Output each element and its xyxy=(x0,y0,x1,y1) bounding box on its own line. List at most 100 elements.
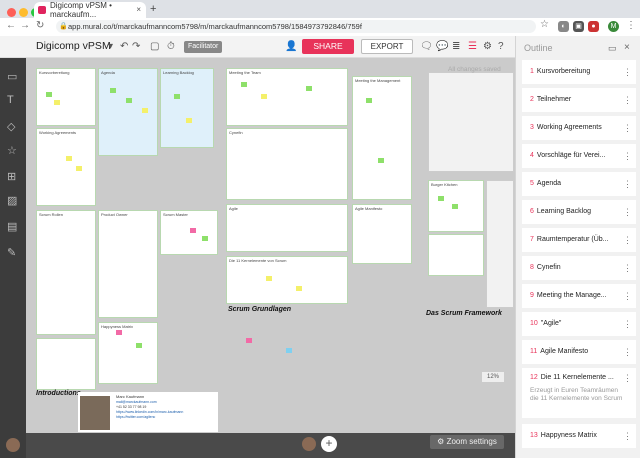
more-options-icon[interactable]: ⋮ xyxy=(623,88,632,112)
sticky-note[interactable] xyxy=(366,98,372,103)
more-options-icon[interactable]: ⋮ xyxy=(623,312,632,336)
back-icon[interactable]: ← xyxy=(6,20,16,31)
browser-tab[interactable]: Digicomp vPSM • marckaufm... × xyxy=(34,1,146,19)
sticky-note[interactable] xyxy=(261,94,267,99)
chat-icon[interactable]: 💬 xyxy=(436,41,448,52)
sticky-note[interactable] xyxy=(54,100,60,105)
more-options-icon[interactable]: ⋮ xyxy=(623,60,632,84)
more-options-icon[interactable]: ⋮ xyxy=(623,284,632,308)
dropdown-icon[interactable]: ▾ xyxy=(108,41,113,52)
sticky-note[interactable] xyxy=(142,108,148,113)
template-icon[interactable]: ▤ xyxy=(7,220,17,233)
close-panel-icon[interactable]: × xyxy=(624,42,630,53)
star-icon[interactable]: ☆ xyxy=(7,144,17,157)
select-icon[interactable]: ▢ xyxy=(150,41,159,52)
url-bar[interactable]: 🔒 app.mural.co/t/marckaufmanncom5798/m/m… xyxy=(56,20,536,33)
sticky-note[interactable] xyxy=(378,158,384,163)
collaborator-avatar[interactable] xyxy=(302,437,316,451)
frame-introductions[interactable] xyxy=(36,338,96,390)
contact-line[interactable]: https://www.linkedin.com/in/marc-kaufman… xyxy=(116,410,183,414)
extension-icon[interactable]: ◐ xyxy=(558,21,569,32)
frame-kursvorbereitung[interactable]: Kursvorbereitung xyxy=(36,68,96,126)
new-tab-button[interactable]: + xyxy=(150,3,156,15)
sticky-note[interactable] xyxy=(286,348,292,353)
sticky-note[interactable] xyxy=(110,88,116,93)
frame-scrum-framework[interactable] xyxy=(428,72,514,172)
board-title[interactable]: Digicomp vPSM xyxy=(36,40,111,52)
more-options-icon[interactable]: ⋮ xyxy=(623,256,632,280)
facilitator-badge[interactable]: Facilitator xyxy=(184,41,223,53)
sticky-note[interactable] xyxy=(296,286,302,291)
sticky-note[interactable] xyxy=(438,196,444,201)
outline-item[interactable]: 5 Agenda ⋮ xyxy=(522,172,636,196)
outline-item[interactable]: 4 Vorschläge für Verei... ⋮ xyxy=(522,144,636,168)
activity-icon[interactable]: ≣ xyxy=(452,41,460,52)
settings-icon[interactable]: ⚙ xyxy=(483,41,492,52)
close-window-button[interactable] xyxy=(7,8,16,17)
sticky-note[interactable] xyxy=(174,94,180,99)
reload-icon[interactable]: ↻ xyxy=(36,20,44,31)
frame-die-11-kernelemente[interactable]: Die 11 Kernelemente von Scrum xyxy=(226,256,348,304)
shapes-icon[interactable]: ◇ xyxy=(7,120,15,133)
help-icon[interactable]: ? xyxy=(498,41,504,52)
frame-agenda[interactable]: Agenda xyxy=(98,68,158,156)
extension-icon[interactable]: ▣ xyxy=(573,21,584,32)
frame-scrum-master[interactable]: Scrum Master xyxy=(160,210,218,255)
outline-item[interactable]: 13 Happyness Matrix ⋮ xyxy=(522,424,636,448)
mural-canvas[interactable]: Kursvorbereitung Agenda Learning Backlog… xyxy=(26,58,515,433)
frame-learning-backlog[interactable]: Learning Backlog xyxy=(160,68,214,148)
outline-icon[interactable]: ☰ xyxy=(468,41,477,52)
comment-icon[interactable]: 🗨 xyxy=(420,41,433,52)
frame-board[interactable] xyxy=(428,234,484,276)
more-options-icon[interactable]: ⋮ xyxy=(623,172,632,196)
sticky-note[interactable] xyxy=(126,98,132,103)
sticky-note[interactable] xyxy=(136,343,142,348)
contact-line[interactable]: mail@marckaufmann.com xyxy=(116,400,157,404)
undo-icon[interactable]: ↶ xyxy=(120,41,128,52)
frame-agile[interactable]: Agile xyxy=(226,204,348,252)
close-tab-icon[interactable]: × xyxy=(136,5,141,14)
frame-happyness-matrix[interactable]: Happyness Matrix xyxy=(98,322,158,384)
forward-icon[interactable]: → xyxy=(20,20,30,31)
frame-meeting-the-team[interactable]: Meeting the Team xyxy=(226,68,348,126)
sticky-note[interactable] xyxy=(202,236,208,241)
more-options-icon[interactable]: ⋮ xyxy=(623,340,632,364)
sticky-note[interactable] xyxy=(116,330,122,335)
outline-item[interactable]: 6 Learning Backlog ⋮ xyxy=(522,200,636,224)
frame-agile-manifesto[interactable]: Agile Manifesto xyxy=(352,204,412,264)
zoom-settings-button[interactable]: ⚙ Zoom settings xyxy=(430,435,504,449)
frame-cynefin[interactable]: Cynefin xyxy=(226,128,348,200)
outline-item[interactable]: 10 "Agile" ⋮ xyxy=(522,312,636,336)
sticky-note[interactable] xyxy=(306,86,312,91)
more-options-icon[interactable]: ⋮ xyxy=(623,368,632,388)
minimize-window-button[interactable] xyxy=(19,8,28,17)
more-options-icon[interactable]: ⋮ xyxy=(623,144,632,168)
present-icon[interactable]: ▭ xyxy=(608,43,617,54)
redo-icon[interactable]: ↷ xyxy=(132,41,140,52)
export-button[interactable]: EXPORT xyxy=(361,39,413,54)
text-icon[interactable]: T xyxy=(7,94,14,106)
frame-board[interactable] xyxy=(486,180,514,308)
outline-item[interactable]: 12 Die 11 Kernelemente ... ⋮ Erzeugt in Eur… xyxy=(522,368,636,418)
more-options-icon[interactable]: ⋮ xyxy=(623,116,632,140)
sticky-note[interactable] xyxy=(190,228,196,233)
outline-item[interactable]: 1 Kursvorbereitung ⋮ xyxy=(522,60,636,84)
sticky-note[interactable] xyxy=(452,204,458,209)
zoom-percent[interactable]: 12% xyxy=(482,372,504,382)
sticky-note[interactable] xyxy=(246,338,252,343)
sticky-note[interactable] xyxy=(76,166,82,171)
outline-item[interactable]: 7 Raumtemperatur (Üb... ⋮ xyxy=(522,228,636,252)
contact-line[interactable]: https://twitter.com/agilenc xyxy=(116,415,155,419)
pen-icon[interactable]: ✎ xyxy=(7,246,16,259)
browser-menu-icon[interactable]: ⋮ xyxy=(626,20,636,31)
outline-item[interactable]: 9 Meeting the Manage... ⋮ xyxy=(522,284,636,308)
profile-avatar[interactable]: M xyxy=(608,21,619,32)
outline-item[interactable]: 8 Cynefin ⋮ xyxy=(522,256,636,280)
frame-scrum-rollen[interactable]: Scrum Rollen xyxy=(36,210,96,335)
outline-item[interactable]: 11 Agile Manifesto ⋮ xyxy=(522,340,636,364)
timer-icon[interactable]: ⏱ xyxy=(167,41,175,52)
outline-item[interactable]: 3 Working Agreements ⋮ xyxy=(522,116,636,140)
sticky-note[interactable] xyxy=(66,156,72,161)
user-avatar[interactable] xyxy=(6,438,20,452)
sticky-note[interactable] xyxy=(186,118,192,123)
